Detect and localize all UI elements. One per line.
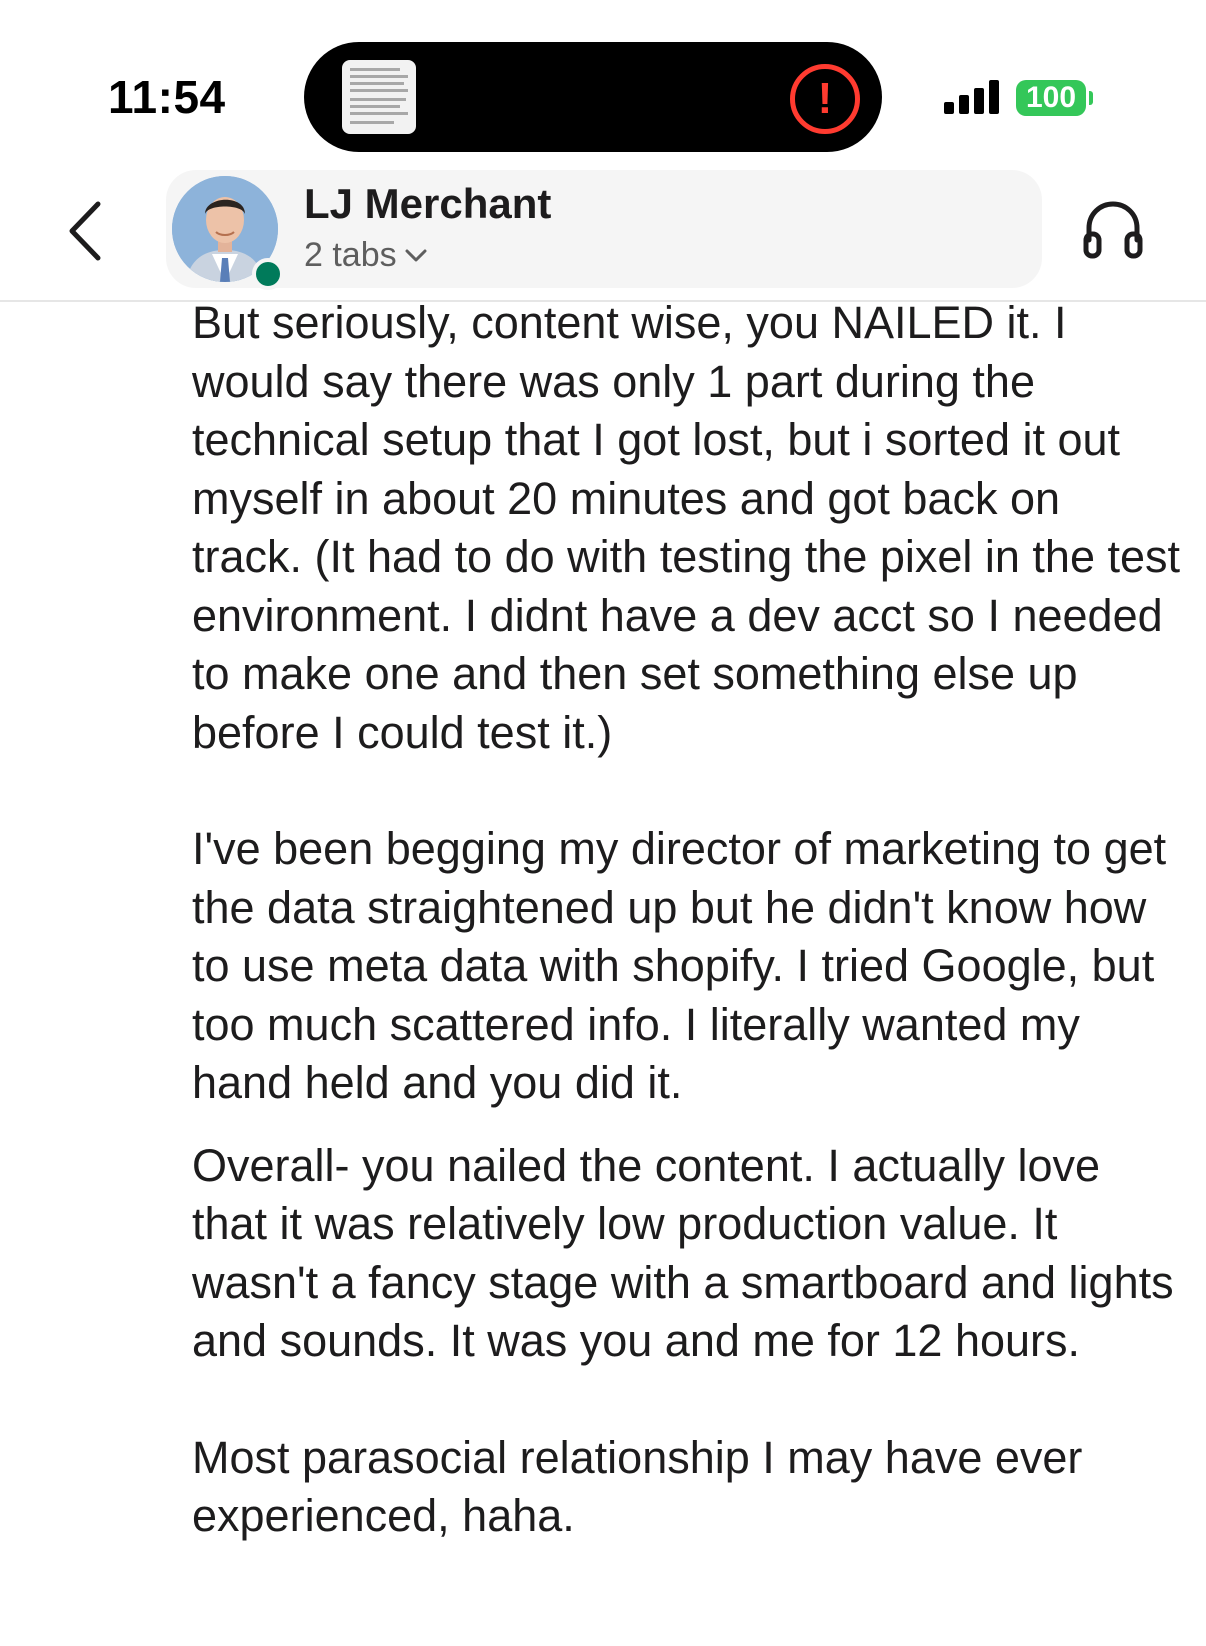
dynamic-island[interactable]: ! (304, 42, 882, 152)
message-body[interactable]: But seriously, content wise, you NAILED … (192, 294, 1182, 1546)
tabs-dropdown[interactable]: 2 tabs (304, 236, 427, 275)
message-paragraph: Overall- you nailed the content. I actua… (192, 1139, 1187, 1367)
tabs-label: 2 tabs (304, 236, 397, 274)
message-paragraph: Most parasocial relationship I may have … (192, 1431, 1095, 1542)
battery-tip (1089, 91, 1093, 105)
contact-name: LJ Merchant (304, 180, 552, 227)
status-bar: 11:54 ! 100 (0, 0, 1206, 170)
chevron-left-icon (69, 201, 101, 261)
conversation-title-button[interactable]: LJ Merchant 2 tabs (166, 170, 1042, 290)
cellular-signal-icon (944, 80, 1004, 114)
battery-indicator: 100 (1016, 80, 1086, 116)
presence-indicator (252, 258, 284, 290)
conversation-header: LJ Merchant 2 tabs (0, 170, 1206, 302)
chevron-down-icon (405, 249, 427, 261)
back-button[interactable] (62, 196, 118, 266)
screenshot-thumbnail-icon[interactable] (342, 60, 416, 134)
alert-icon[interactable]: ! (790, 64, 860, 134)
message-paragraph: But seriously, content wise, you NAILED … (192, 297, 1193, 758)
message-paragraph: I've been begging my director of marketi… (192, 823, 1179, 1108)
status-time: 11:54 (108, 71, 226, 123)
headphones-icon[interactable] (1080, 196, 1146, 262)
